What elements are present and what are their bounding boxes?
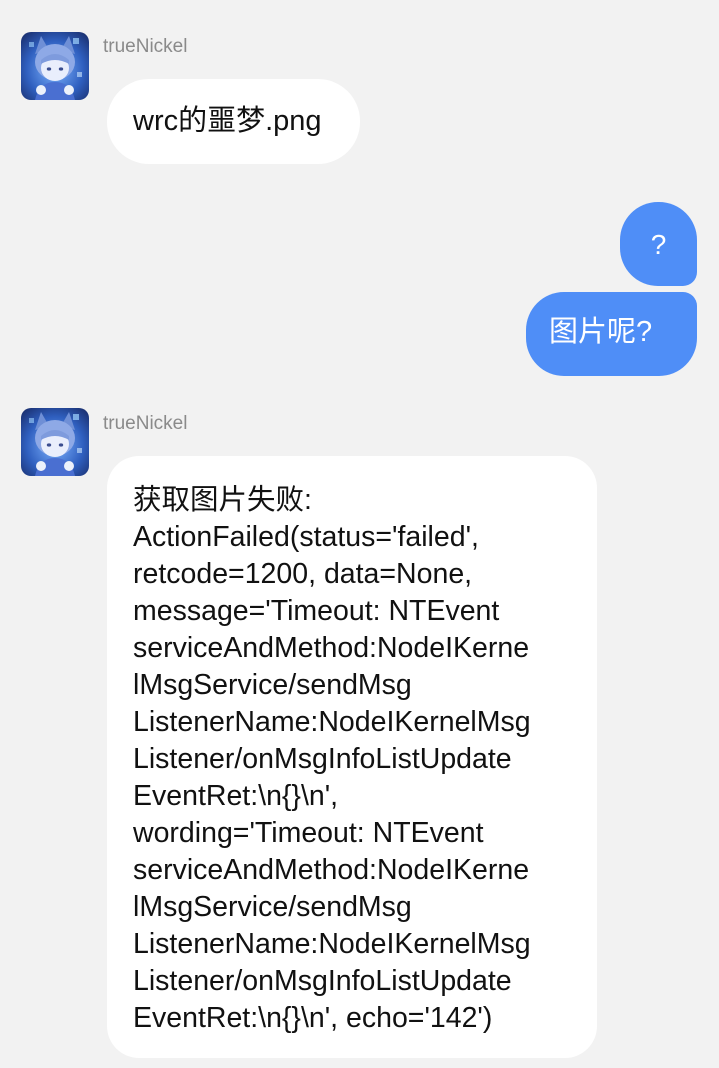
message-text-line: serviceAndMethod:NodeIKerne — [133, 632, 530, 664]
message-text-line: lMsgService/sendMsg — [133, 669, 412, 701]
message-text-line: EventRet:\n{}\n', — [133, 780, 339, 812]
sender-name: trueNickel — [103, 36, 188, 57]
message-bubble[interactable]: 获取图片失败: ActionFailed(status='failed', re… — [107, 456, 597, 1058]
message-text-line: ListenerName:NodeIKernelMsg — [133, 706, 531, 738]
message-bubble-outgoing[interactable]: 图片呢? — [526, 292, 697, 376]
message-text-line: retcode=1200, data=None, — [133, 558, 473, 590]
message-text-line: Listener/onMsgInfoListUpdate — [133, 965, 512, 997]
message-text-line: wording='Timeout: NTEvent — [133, 817, 484, 849]
message-text: 图片呢? — [549, 316, 653, 348]
message-text-line: ListenerName:NodeIKernelMsg — [133, 928, 531, 960]
avatar-image-icon — [21, 32, 89, 100]
sender-avatar[interactable] — [21, 32, 89, 100]
message-text-line: message='Timeout: NTEvent — [133, 595, 500, 627]
sender-name: trueNickel — [103, 413, 188, 434]
message-text-line: EventRet:\n{}\n', echo='142') — [133, 1002, 493, 1034]
avatar-image-icon — [21, 408, 89, 476]
message-text-line: 获取图片失败: — [133, 484, 312, 516]
message-text-line: Listener/onMsgInfoListUpdate — [133, 743, 512, 775]
message-text-line: lMsgService/sendMsg — [133, 891, 412, 923]
message-text: ? — [650, 229, 667, 260]
message-text-line: ActionFailed(status='failed', — [133, 521, 479, 553]
sender-avatar[interactable] — [21, 408, 89, 476]
message-text-line: serviceAndMethod:NodeIKerne — [133, 854, 530, 886]
message-bubble[interactable]: wrc的噩梦.png — [107, 79, 360, 164]
message-text: wrc的噩梦.png — [133, 105, 322, 137]
message-bubble-outgoing[interactable]: ? — [620, 202, 697, 286]
